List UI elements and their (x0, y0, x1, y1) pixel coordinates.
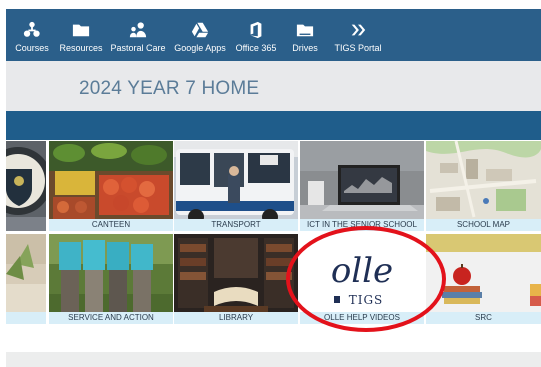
svg-text:olle: olle (331, 251, 393, 291)
nav-google-apps-label: Google Apps (174, 43, 226, 53)
tile-caption: LIBRARY (174, 312, 298, 324)
tile-olle-help-videos[interactable]: olle TIGS OLLE HELP VIDEOS (300, 234, 424, 324)
tile-transport[interactable]: TRANSPORT (174, 141, 298, 231)
tile-caption: SERVICE AND ACTION (49, 312, 173, 324)
olle-logo-image: olle TIGS (300, 234, 424, 324)
tile-caption: SRC (426, 312, 541, 324)
nav-drives[interactable]: Drives (284, 9, 326, 53)
tile-caption: ICT IN THE SENIOR SCHOOL (300, 219, 424, 231)
nav-office-365[interactable]: Office 365 (234, 9, 278, 53)
nav-courses-label: Courses (15, 43, 49, 53)
svg-text:TIGS: TIGS (349, 293, 384, 307)
tile-src[interactable]: SRC (426, 234, 541, 324)
office-icon (245, 20, 267, 40)
tile-caption: CANTEEN (49, 219, 173, 231)
footer-band (6, 352, 541, 367)
section-strip (6, 111, 541, 140)
page-title: 2024 YEAR 7 HOME (79, 78, 260, 99)
tile-caption: TRANSPORT (174, 219, 298, 231)
canteen-image (49, 141, 173, 231)
tile-canteen[interactable]: CANTEEN (49, 141, 173, 231)
nav-office-365-label: Office 365 (235, 43, 277, 53)
top-navigation-bar: Courses Resources Pastoral Care Google A… (6, 9, 541, 61)
school-crest-image (6, 141, 46, 231)
tile-gardening[interactable] (6, 234, 46, 324)
ict-laptop-image (300, 141, 424, 231)
courses-icon (21, 20, 43, 40)
src-apple-image (426, 234, 541, 324)
drive-folder-icon (294, 20, 316, 40)
nav-pastoral-care[interactable]: Pastoral Care (110, 9, 166, 53)
tile-library[interactable]: LIBRARY (174, 234, 298, 324)
campus-map-image (426, 141, 541, 231)
students-group-image (49, 234, 173, 324)
tile-caption: SCHOOL MAP (426, 219, 541, 231)
nav-resources[interactable]: Resources (58, 9, 104, 53)
tile-service-and-action[interactable]: SERVICE AND ACTION (49, 234, 173, 324)
tile-caption (6, 312, 46, 324)
nav-drives-label: Drives (292, 43, 318, 53)
tile-caption: OLLE HELP VIDEOS (300, 312, 424, 324)
page-header: 2024 YEAR 7 HOME (6, 61, 541, 111)
nav-tigs-portal[interactable]: TIGS Portal (332, 9, 384, 53)
tile-school-crest[interactable] (6, 141, 46, 231)
gardening-image (6, 234, 46, 324)
nav-tigs-portal-label: TIGS Portal (334, 43, 382, 53)
google-drive-icon (189, 20, 211, 40)
nav-resources-label: Resources (59, 43, 103, 53)
nav-courses[interactable]: Courses (12, 9, 52, 53)
tile-school-map[interactable]: SCHOOL MAP (426, 141, 541, 231)
transport-image (174, 141, 298, 231)
double-chevron-icon (347, 20, 369, 40)
tile-ict[interactable]: ICT IN THE SENIOR SCHOOL (300, 141, 424, 231)
nav-google-apps[interactable]: Google Apps (172, 9, 228, 53)
people-icon (127, 20, 149, 40)
library-image (174, 234, 298, 324)
folder-icon (70, 20, 92, 40)
nav-pastoral-care-label: Pastoral Care (110, 43, 166, 53)
